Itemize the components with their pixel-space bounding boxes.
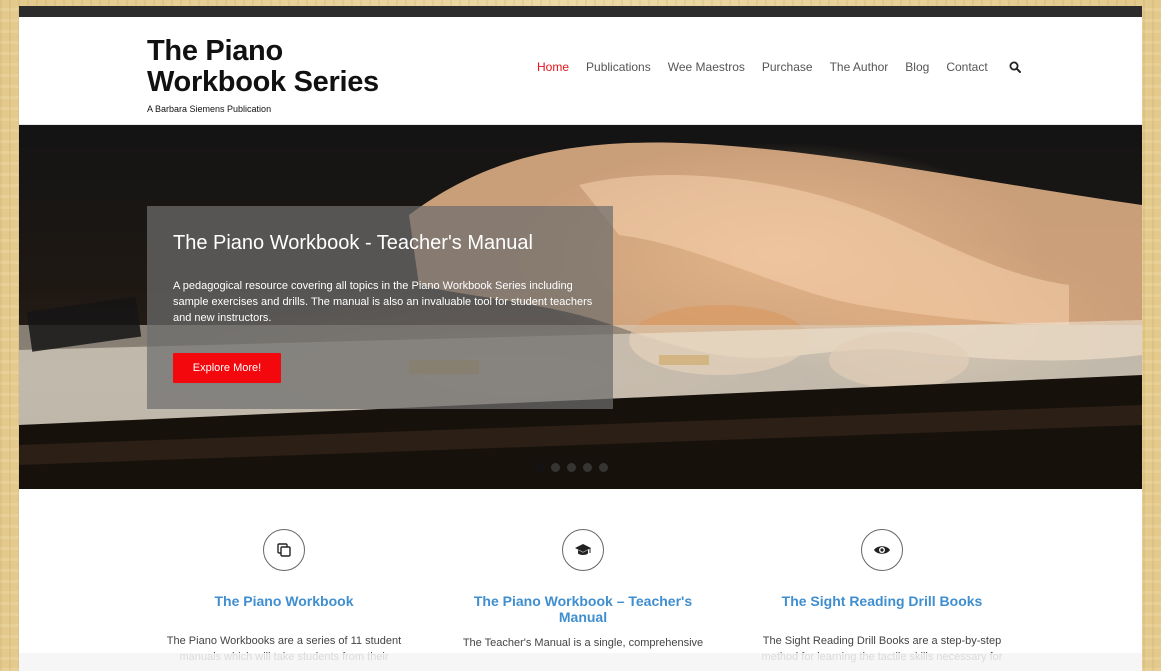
- site-logo[interactable]: The Piano Workbook Series A Barbara Siem…: [147, 36, 417, 115]
- nav-publications[interactable]: Publications: [586, 60, 651, 74]
- slide-title: The Piano Workbook - Teacher's Manual: [173, 232, 533, 254]
- explore-more-button[interactable]: Explore More!: [173, 353, 281, 383]
- feature-piano-workbook: The Piano Workbook The Piano Workbooks a…: [149, 489, 419, 665]
- website-frame: The Piano Workbook Series A Barbara Siem…: [19, 6, 1142, 671]
- features-section: The Piano Workbook The Piano Workbooks a…: [19, 489, 1142, 671]
- nav-wee-maestros[interactable]: Wee Maestros: [668, 60, 745, 74]
- feature-title[interactable]: The Piano Workbook: [149, 593, 419, 609]
- hero-slider: The Piano Workbook - Teacher's Manual A …: [19, 125, 1142, 489]
- nav-blog[interactable]: Blog: [905, 60, 929, 74]
- slide-description: A pedagogical resource covering all topi…: [173, 280, 593, 324]
- logo-title[interactable]: The Piano Workbook Series: [147, 36, 417, 98]
- eye-icon: [861, 529, 903, 571]
- main-nav: Home Publications Wee Maestros Purchase …: [537, 60, 1021, 74]
- nav-purchase[interactable]: Purchase: [762, 60, 813, 74]
- slider-dot-2[interactable]: [551, 463, 560, 472]
- feature-sight-reading: The Sight Reading Drill Books The Sight …: [747, 489, 1017, 665]
- slider-pagination: [535, 463, 615, 472]
- feature-description: The Teacher's Manual is a single, compre…: [462, 637, 704, 649]
- slider-dot-1[interactable]: [535, 463, 544, 472]
- copy-icon: [263, 529, 305, 571]
- top-bar: [19, 6, 1142, 17]
- logo-subtitle: A Barbara Siemens Publication: [147, 104, 272, 114]
- graduation-cap-icon: [562, 529, 604, 571]
- feature-title[interactable]: The Piano Workbook – Teacher's Manual: [448, 593, 718, 625]
- nav-home[interactable]: Home: [537, 60, 569, 74]
- site-header: The Piano Workbook Series A Barbara Siem…: [19, 17, 1142, 125]
- scroll-overlay: [19, 653, 1142, 671]
- slider-dot-3[interactable]: [567, 463, 576, 472]
- feature-teachers-manual: The Piano Workbook – Teacher's Manual Th…: [448, 489, 718, 651]
- slide-caption: The Piano Workbook - Teacher's Manual A …: [147, 206, 613, 409]
- search-icon[interactable]: [1009, 61, 1021, 73]
- slider-dot-4[interactable]: [583, 463, 592, 472]
- nav-contact[interactable]: Contact: [946, 60, 987, 74]
- slider-dot-5[interactable]: [599, 463, 608, 472]
- nav-the-author[interactable]: The Author: [830, 60, 889, 74]
- feature-title[interactable]: The Sight Reading Drill Books: [747, 593, 1017, 609]
